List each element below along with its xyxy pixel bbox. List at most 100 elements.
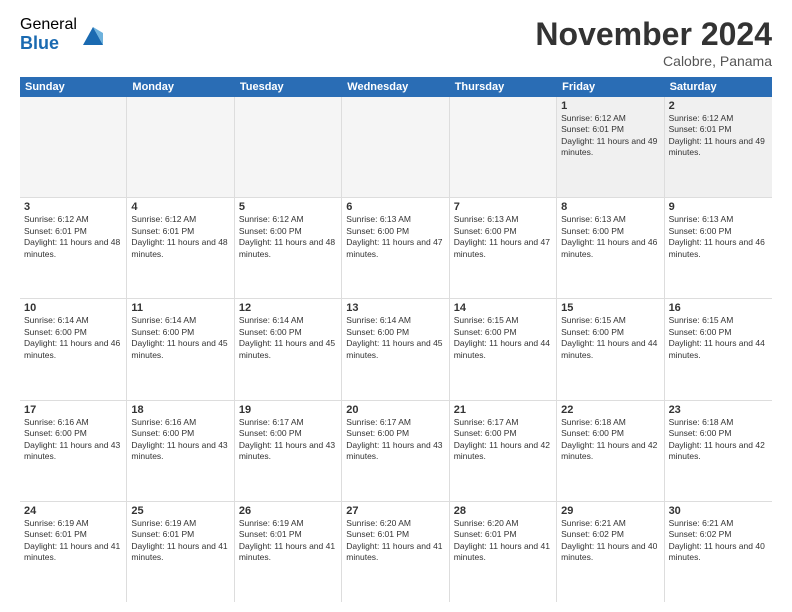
cell-detail: Sunrise: 6:12 AM Sunset: 6:01 PM Dayligh… xyxy=(669,113,768,159)
calendar-row: 24Sunrise: 6:19 AM Sunset: 6:01 PM Dayli… xyxy=(20,502,772,602)
cell-detail: Sunrise: 6:17 AM Sunset: 6:00 PM Dayligh… xyxy=(454,417,552,463)
header-friday: Friday xyxy=(557,77,664,97)
day-number: 22 xyxy=(561,404,659,416)
cell-detail: Sunrise: 6:13 AM Sunset: 6:00 PM Dayligh… xyxy=(561,214,659,260)
table-row: 28Sunrise: 6:20 AM Sunset: 6:01 PM Dayli… xyxy=(450,502,557,602)
table-row: 23Sunrise: 6:18 AM Sunset: 6:00 PM Dayli… xyxy=(665,401,772,501)
table-row: 10Sunrise: 6:14 AM Sunset: 6:00 PM Dayli… xyxy=(20,299,127,399)
day-number: 4 xyxy=(131,201,229,213)
logo-icon xyxy=(79,21,107,49)
calendar-row: 10Sunrise: 6:14 AM Sunset: 6:00 PM Dayli… xyxy=(20,299,772,400)
cell-detail: Sunrise: 6:18 AM Sunset: 6:00 PM Dayligh… xyxy=(561,417,659,463)
day-number: 9 xyxy=(669,201,768,213)
day-number: 8 xyxy=(561,201,659,213)
cell-detail: Sunrise: 6:13 AM Sunset: 6:00 PM Dayligh… xyxy=(454,214,552,260)
table-row: 2Sunrise: 6:12 AM Sunset: 6:01 PM Daylig… xyxy=(665,97,772,197)
table-row: 30Sunrise: 6:21 AM Sunset: 6:02 PM Dayli… xyxy=(665,502,772,602)
header-saturday: Saturday xyxy=(665,77,772,97)
day-number: 11 xyxy=(131,302,229,314)
logo: General Blue xyxy=(20,16,107,53)
day-number: 25 xyxy=(131,505,229,517)
logo-general: General xyxy=(20,16,77,34)
table-row: 25Sunrise: 6:19 AM Sunset: 6:01 PM Dayli… xyxy=(127,502,234,602)
day-number: 16 xyxy=(669,302,768,314)
header-tuesday: Tuesday xyxy=(235,77,342,97)
table-row: 4Sunrise: 6:12 AM Sunset: 6:01 PM Daylig… xyxy=(127,198,234,298)
cell-detail: Sunrise: 6:12 AM Sunset: 6:01 PM Dayligh… xyxy=(561,113,659,159)
day-number: 19 xyxy=(239,404,337,416)
day-number: 20 xyxy=(346,404,444,416)
day-number: 15 xyxy=(561,302,659,314)
calendar-body: 1Sunrise: 6:12 AM Sunset: 6:01 PM Daylig… xyxy=(20,97,772,602)
table-row: 18Sunrise: 6:16 AM Sunset: 6:00 PM Dayli… xyxy=(127,401,234,501)
day-number: 12 xyxy=(239,302,337,314)
logo-blue: Blue xyxy=(20,34,77,54)
day-number: 29 xyxy=(561,505,659,517)
day-number: 1 xyxy=(561,100,659,112)
table-row: 27Sunrise: 6:20 AM Sunset: 6:01 PM Dayli… xyxy=(342,502,449,602)
table-row xyxy=(450,97,557,197)
cell-detail: Sunrise: 6:15 AM Sunset: 6:00 PM Dayligh… xyxy=(454,315,552,361)
day-number: 10 xyxy=(24,302,122,314)
table-row: 19Sunrise: 6:17 AM Sunset: 6:00 PM Dayli… xyxy=(235,401,342,501)
day-number: 14 xyxy=(454,302,552,314)
day-number: 3 xyxy=(24,201,122,213)
table-row: 7Sunrise: 6:13 AM Sunset: 6:00 PM Daylig… xyxy=(450,198,557,298)
table-row: 6Sunrise: 6:13 AM Sunset: 6:00 PM Daylig… xyxy=(342,198,449,298)
cell-detail: Sunrise: 6:14 AM Sunset: 6:00 PM Dayligh… xyxy=(239,315,337,361)
calendar-row: 3Sunrise: 6:12 AM Sunset: 6:01 PM Daylig… xyxy=(20,198,772,299)
day-number: 26 xyxy=(239,505,337,517)
header-thursday: Thursday xyxy=(450,77,557,97)
table-row: 22Sunrise: 6:18 AM Sunset: 6:00 PM Dayli… xyxy=(557,401,664,501)
logo-text: General Blue xyxy=(20,16,77,53)
calendar-row: 17 Sunrise: 6:16 AM Sunset: 6:00 PM Dayli… xyxy=(20,401,772,502)
calendar: Sunday Monday Tuesday Wednesday Thursday… xyxy=(20,77,772,602)
table-row xyxy=(20,97,127,197)
table-row: 11Sunrise: 6:14 AM Sunset: 6:00 PM Dayli… xyxy=(127,299,234,399)
cell-detail: Sunrise: 6:20 AM Sunset: 6:01 PM Dayligh… xyxy=(454,518,552,564)
day-number: 21 xyxy=(454,404,552,416)
cell-detail: Sunrise: 6:19 AM Sunset: 6:01 PM Dayligh… xyxy=(131,518,229,564)
table-row: 14Sunrise: 6:15 AM Sunset: 6:00 PM Dayli… xyxy=(450,299,557,399)
cell-detail: Sunrise: 6:14 AM Sunset: 6:00 PM Dayligh… xyxy=(131,315,229,361)
cell-detail: Sunrise: 6:12 AM Sunset: 6:01 PM Dayligh… xyxy=(131,214,229,260)
table-row: 24Sunrise: 6:19 AM Sunset: 6:01 PM Dayli… xyxy=(20,502,127,602)
day-number: 13 xyxy=(346,302,444,314)
cell-detail: Sunrise: 6:14 AM Sunset: 6:00 PM Dayligh… xyxy=(346,315,444,361)
table-row: 29Sunrise: 6:21 AM Sunset: 6:02 PM Dayli… xyxy=(557,502,664,602)
cell-detail: Sunrise: 6:16 AM Sunset: 6:00 PM Dayligh… xyxy=(131,417,229,463)
title-section: November 2024 Calobre, Panama xyxy=(535,16,772,69)
subtitle: Calobre, Panama xyxy=(535,53,772,69)
day-number: 17 xyxy=(24,404,122,416)
table-row: 8Sunrise: 6:13 AM Sunset: 6:00 PM Daylig… xyxy=(557,198,664,298)
cell-detail: Sunrise: 6:19 AM Sunset: 6:01 PM Dayligh… xyxy=(239,518,337,564)
cell-detail: Sunrise: 6:18 AM Sunset: 6:00 PM Dayligh… xyxy=(669,417,768,463)
day-number: 7 xyxy=(454,201,552,213)
cell-detail: Sunrise: 6:12 AM Sunset: 6:01 PM Dayligh… xyxy=(24,214,122,260)
table-row: 21Sunrise: 6:17 AM Sunset: 6:00 PM Dayli… xyxy=(450,401,557,501)
day-number: 5 xyxy=(239,201,337,213)
header: General Blue November 2024 Calobre, Pana… xyxy=(20,16,772,69)
cell-detail: Sunrise: 6:20 AM Sunset: 6:01 PM Dayligh… xyxy=(346,518,444,564)
day-number: 28 xyxy=(454,505,552,517)
header-sunday: Sunday xyxy=(20,77,127,97)
cell-detail: Sunrise: 6:13 AM Sunset: 6:00 PM Dayligh… xyxy=(669,214,768,260)
calendar-header: Sunday Monday Tuesday Wednesday Thursday… xyxy=(20,77,772,97)
cell-detail: Sunrise: 6:17 AM Sunset: 6:00 PM Dayligh… xyxy=(346,417,444,463)
day-number: 6 xyxy=(346,201,444,213)
day-number: 30 xyxy=(669,505,768,517)
cell-detail: Sunrise: 6:19 AM Sunset: 6:01 PM Dayligh… xyxy=(24,518,122,564)
cell-detail: Sunrise: 6:13 AM Sunset: 6:00 PM Dayligh… xyxy=(346,214,444,260)
day-number: 18 xyxy=(131,404,229,416)
header-monday: Monday xyxy=(127,77,234,97)
cell-detail: Sunrise: 6:15 AM Sunset: 6:00 PM Dayligh… xyxy=(561,315,659,361)
day-number: 2 xyxy=(669,100,768,112)
calendar-row: 1Sunrise: 6:12 AM Sunset: 6:01 PM Daylig… xyxy=(20,97,772,198)
table-row: 26Sunrise: 6:19 AM Sunset: 6:01 PM Dayli… xyxy=(235,502,342,602)
table-row: 12Sunrise: 6:14 AM Sunset: 6:00 PM Dayli… xyxy=(235,299,342,399)
month-title: November 2024 xyxy=(535,16,772,53)
day-number: 27 xyxy=(346,505,444,517)
table-row: 1Sunrise: 6:12 AM Sunset: 6:01 PM Daylig… xyxy=(557,97,664,197)
cell-detail: Sunrise: 6:14 AM Sunset: 6:00 PM Dayligh… xyxy=(24,315,122,361)
table-row: 20Sunrise: 6:17 AM Sunset: 6:00 PM Dayli… xyxy=(342,401,449,501)
